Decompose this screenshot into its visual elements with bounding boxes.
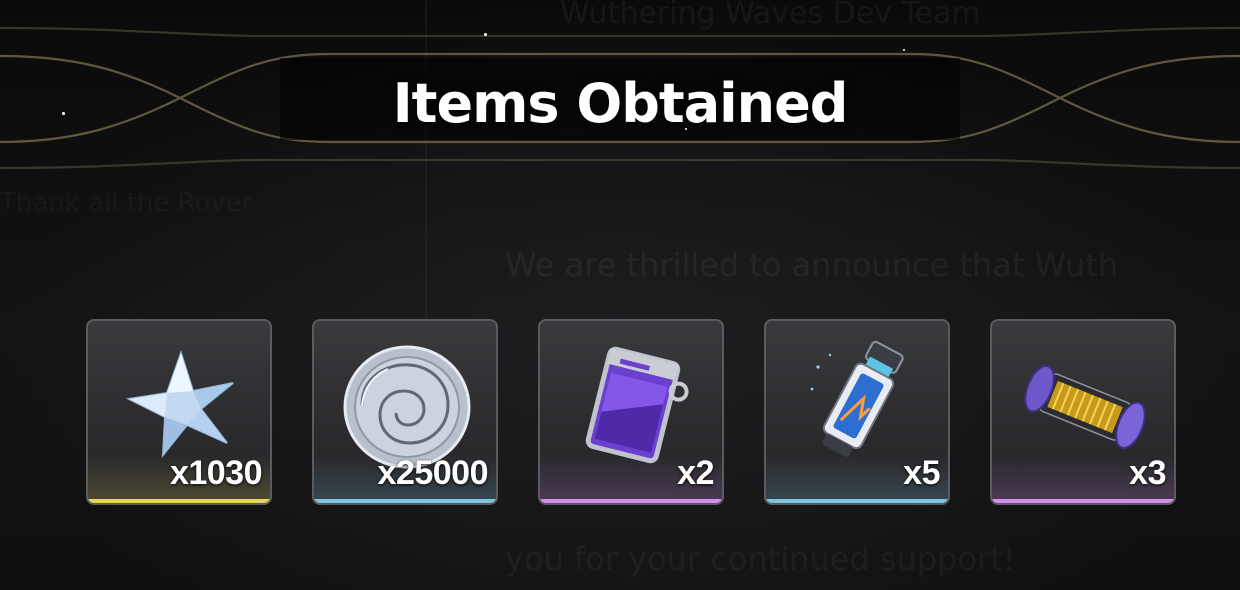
rarity-line [314,499,496,503]
item-quantity: x5 [903,454,940,492]
item-quantity: x2 [677,454,714,492]
item-quantity: x3 [1129,454,1166,492]
sparkle [484,33,487,36]
reward-item-slot[interactable]: x1030 [86,319,272,505]
background-text-2: We are thrilled to announce that Wuth [505,246,1119,284]
background-text-3: you for your continued support! [505,540,1016,578]
reward-item-slot[interactable]: x3 [990,319,1176,505]
rarity-line [88,499,270,503]
page-title: Items Obtained [392,72,849,135]
rarity-line [540,499,722,503]
reward-popup: Wuthering Waves Dev Team We are thrilled… [0,0,1240,590]
reward-item-slot[interactable]: x25000 [312,319,498,505]
item-quantity: x1030 [169,454,263,492]
item-quantity: x25000 [377,454,489,492]
rarity-line [766,499,948,503]
rarity-line [992,499,1174,503]
reward-item-slot[interactable]: x2 [538,319,724,505]
sparkle [903,49,905,51]
reward-item-slot[interactable]: x5 [764,319,950,505]
